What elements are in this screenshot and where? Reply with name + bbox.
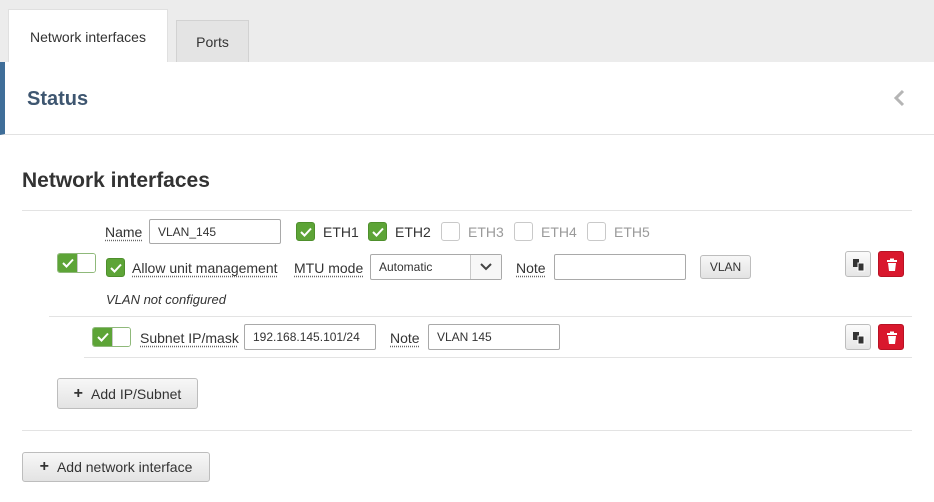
divider: [49, 316, 912, 317]
copy-icon: [853, 259, 865, 272]
divider: [84, 357, 912, 358]
subnet-enable-toggle[interactable]: [92, 327, 131, 347]
eth1-label: ETH1: [323, 224, 359, 240]
delete-subnet-button[interactable]: [878, 324, 904, 350]
add-subnet-label: Add IP/Subnet: [91, 385, 182, 402]
tab-network-interfaces[interactable]: Network interfaces: [8, 9, 168, 63]
name-field[interactable]: [149, 219, 281, 244]
plus-icon: +: [39, 458, 49, 475]
divider: [22, 430, 912, 431]
eth1-checkbox[interactable]: [296, 222, 315, 241]
tab-label: Ports: [196, 33, 229, 50]
copy-subnet-button[interactable]: [845, 324, 871, 350]
copy-icon: [853, 332, 865, 345]
chevron-down-icon: [470, 255, 501, 279]
vlan-button-label: VLAN: [709, 260, 742, 274]
eth5-label: ETH5: [614, 224, 650, 240]
subnet-ip-label: Subnet IP/mask: [140, 330, 239, 346]
allow-management-checkbox[interactable]: [106, 258, 125, 277]
add-subnet-button[interactable]: + Add IP/Subnet: [57, 378, 198, 409]
mtu-mode-value: Automatic: [379, 260, 433, 274]
eth2-checkbox[interactable]: [368, 222, 387, 241]
subnet-ip-field[interactable]: [244, 324, 376, 350]
name-label: Name: [105, 224, 143, 240]
eth2-label: ETH2: [395, 224, 431, 240]
note-label: Note: [516, 260, 546, 276]
status-title: Status: [27, 88, 89, 110]
eth3-checkbox[interactable]: [441, 222, 460, 241]
tab-bar: Network interfaces Ports: [0, 0, 934, 63]
eth4-checkbox[interactable]: [514, 222, 533, 241]
subnet-note-label: Note: [390, 330, 420, 346]
mtu-mode-label: MTU mode: [294, 260, 364, 276]
copy-interface-button[interactable]: [845, 251, 871, 277]
add-interface-label: Add network interface: [56, 459, 193, 475]
trash-icon: [887, 331, 897, 344]
delete-interface-button[interactable]: [878, 251, 904, 277]
interface-note-field[interactable]: [554, 254, 686, 280]
vlan-button[interactable]: VLAN: [700, 255, 751, 279]
status-header[interactable]: Status: [0, 62, 934, 135]
main-panel: Status Network interfaces Name ETH1 ETH2…: [0, 62, 934, 502]
add-network-interface-button[interactable]: + Add network interface: [22, 452, 210, 482]
subnet-note-field[interactable]: [428, 324, 560, 350]
allow-management-label[interactable]: Allow unit management: [132, 260, 278, 276]
vlan-status-text: VLAN not configured: [106, 292, 226, 307]
tab-ports[interactable]: Ports: [176, 20, 249, 62]
interface-enable-toggle[interactable]: [57, 253, 96, 273]
eth4-label: ETH4: [541, 224, 577, 240]
eth3-label: ETH3: [468, 224, 504, 240]
chevron-left-icon[interactable]: [892, 88, 906, 108]
eth5-checkbox[interactable]: [587, 222, 606, 241]
trash-icon: [887, 258, 897, 271]
plus-icon: +: [73, 384, 84, 402]
mtu-mode-select[interactable]: Automatic: [370, 254, 502, 280]
tab-label: Network interfaces: [30, 28, 146, 45]
section-title: Network interfaces: [22, 169, 210, 192]
divider: [22, 210, 912, 211]
